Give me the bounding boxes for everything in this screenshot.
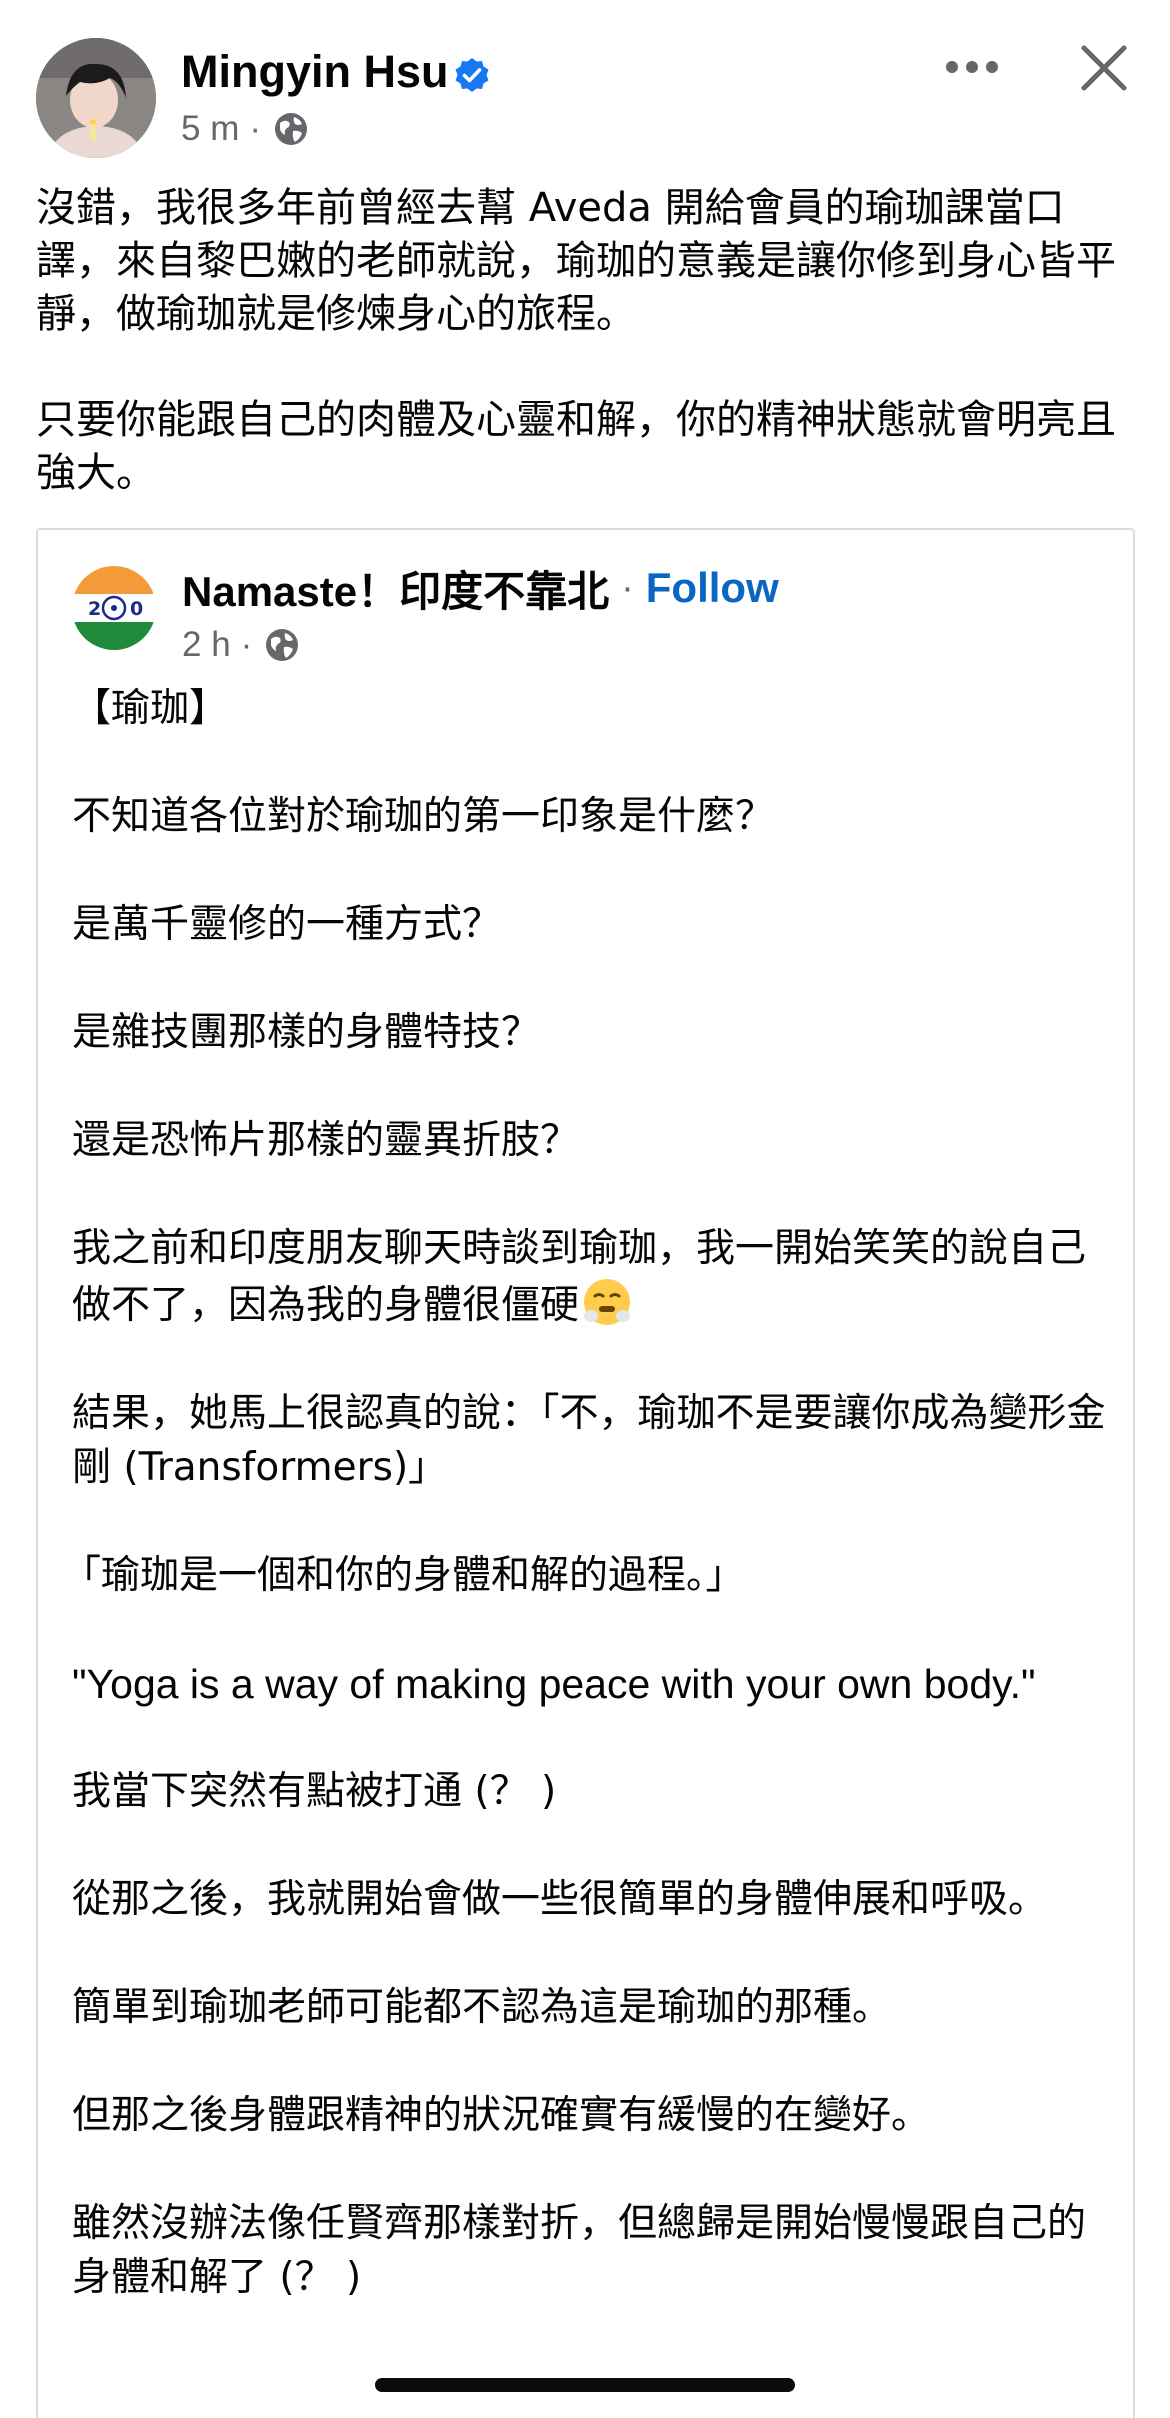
post-header: Mingyin Hsu 5 m ·: [0, 0, 1170, 170]
body-paragraph: "Yoga is a way of making peace with your…: [72, 1661, 1036, 1707]
name-separator: ·: [621, 566, 634, 609]
body-paragraph: 結果，她馬上很認真的說：「不，瑜珈不是要讓你成為變形金剛 (Transforme…: [72, 1391, 1106, 1490]
body-paragraph: 但那之後身體跟精神的狀況確實有緩慢的在變好。: [72, 2093, 931, 2138]
body-paragraph: 是雜技團那樣的身體特技？: [72, 1010, 541, 1055]
close-icon[interactable]: [1080, 44, 1128, 92]
page-avatar-text-right: 0: [130, 598, 143, 620]
body-paragraph: 簡單到瑜珈老師可能都不認為這是瑜珈的那種。: [72, 1985, 892, 2030]
globe-icon: [262, 625, 302, 665]
body-paragraph: 不知道各位對於瑜珈的第一印象是什麼？: [72, 794, 775, 839]
body-paragraph: 我之前和印度朋友聊天時談到瑜珈，我一開始笑笑的說自己做不了，因為我的身體很僵硬: [72, 1222, 1112, 1333]
post-caption: 沒錯，我很多年前曾經去幫 Aveda 開給會員的瑜珈課當口譯，來自黎巴嫩的老師就…: [36, 182, 1136, 500]
home-indicator[interactable]: [375, 2378, 795, 2392]
shared-post-body: 【瑜珈】 不知道各位對於瑜珈的第一印象是什麼？ 是萬千靈修的一種方式？ 是雜技團…: [62, 682, 1112, 2305]
face-with-steam-emoji: [581, 1276, 633, 1328]
body-paragraph: 還是恐怖片那樣的靈異折肢？: [72, 1118, 580, 1163]
body-paragraph: 從那之後，我就開始會做一些很簡單的身體伸展和呼吸。: [72, 1877, 1048, 1922]
follow-button[interactable]: Follow: [646, 564, 779, 612]
page-name[interactable]: Namaste！印度不靠北: [182, 558, 609, 619]
body-paragraph: 是萬千靈修的一種方式？: [72, 902, 502, 947]
shared-post-card[interactable]: 2 0 Namaste！印度不靠北 · Follow 2 h · 【瑜珈】 不知…: [36, 528, 1135, 2418]
body-paragraph: 「瑜珈是一個和你的身體和解的過程。」: [62, 1553, 745, 1598]
post-meta: 5 m ·: [181, 108, 311, 150]
verified-badge-icon: [452, 56, 492, 96]
page-name-row: Namaste！印度不靠北 · Follow: [182, 560, 779, 616]
shared-post-meta: 2 h ·: [182, 624, 302, 666]
page-avatar[interactable]: 2 0: [72, 566, 156, 650]
author-avatar-photo: [36, 38, 156, 158]
post-time[interactable]: 5 m: [181, 109, 239, 149]
page-avatar-text-left: 2: [88, 598, 101, 620]
caption-paragraph: 沒錯，我很多年前曾經去幫 Aveda 開給會員的瑜珈課當口譯，來自黎巴嫩的老師就…: [36, 185, 1116, 337]
body-paragraph: 我當下突然有點被打通 (？ ): [72, 1769, 557, 1814]
body-paragraph-text: 我之前和印度朋友聊天時談到瑜珈，我一開始笑笑的說自己做不了，因為我的身體很僵硬: [72, 1226, 1087, 1328]
more-options-icon[interactable]: [942, 52, 1002, 82]
meta-separator: ·: [249, 109, 262, 148]
body-paragraph: 【瑜珈】: [72, 686, 229, 731]
meta-separator: ·: [240, 625, 253, 664]
post-page: Mingyin Hsu 5 m · 沒錯，我很多年前曾經去幫 Aveda 開給會…: [0, 0, 1170, 2418]
body-paragraph: 雖然沒辦法像任賢齊那樣對折，但總歸是開始慢慢跟自己的身體和解了 (？ ): [72, 2201, 1087, 2300]
globe-icon: [271, 109, 311, 149]
shared-post-time[interactable]: 2 h: [182, 625, 231, 665]
caption-paragraph: 只要你能跟自己的肉體及心靈和解，你的精神狀態就會明亮且強大。: [36, 397, 1116, 496]
author-avatar[interactable]: [36, 38, 156, 158]
author-name[interactable]: Mingyin Hsu: [181, 44, 449, 100]
